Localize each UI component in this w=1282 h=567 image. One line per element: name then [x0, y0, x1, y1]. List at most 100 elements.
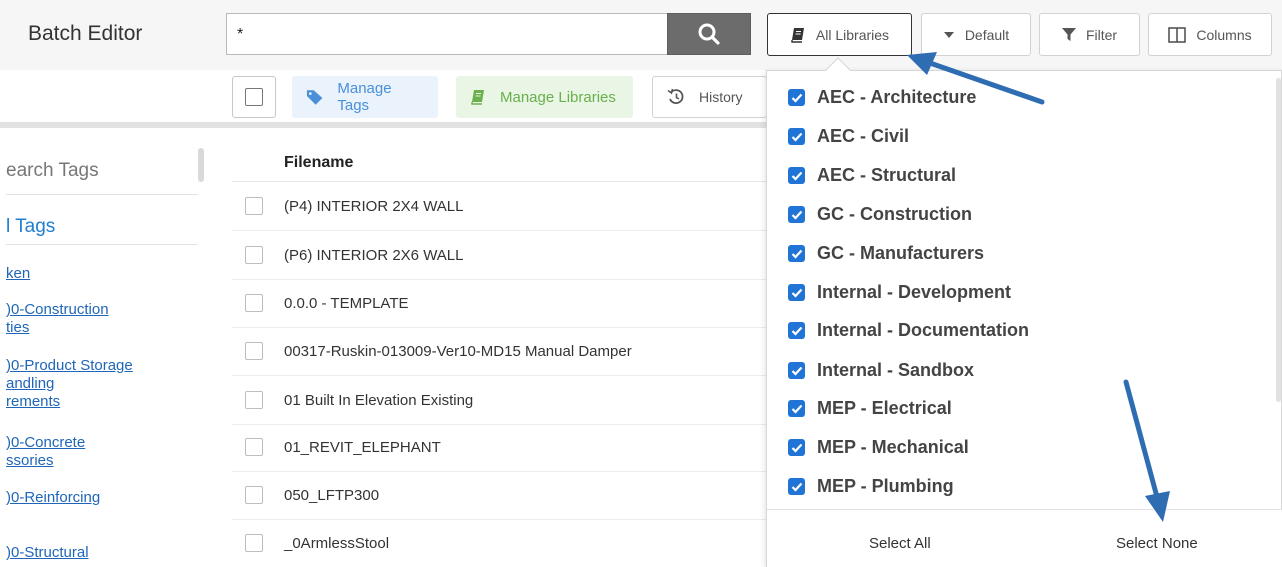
filename-cell: 050_LFTP300 — [284, 486, 380, 504]
library-option[interactable]: Internal - Sandbox — [788, 360, 974, 381]
checkbox-checked[interactable] — [788, 128, 805, 145]
library-option-label: AEC - Structural — [817, 165, 957, 185]
check-icon — [791, 482, 802, 492]
manage-libraries-label: Manage Libraries — [500, 88, 616, 106]
library-option[interactable]: Internal - Development — [788, 282, 1011, 303]
library-option-label: Internal - Sandbox — [817, 360, 975, 380]
library-option-label: Internal - Development — [817, 282, 1012, 302]
manage-tags-label: Manage Tags — [337, 80, 392, 114]
sidebar-divider — [6, 244, 198, 245]
row-checkbox[interactable] — [245, 438, 263, 456]
checkbox-checked[interactable] — [788, 478, 805, 495]
library-option-label: MEP - Plumbing — [817, 476, 954, 496]
checkbox-checked[interactable] — [788, 362, 805, 379]
table-row[interactable]: 01 Built In Elevation Existing — [232, 376, 767, 425]
caret-down-icon — [943, 31, 954, 38]
check-icon — [791, 288, 802, 298]
manage-tags-button[interactable]: Manage Tags — [292, 76, 438, 118]
library-option[interactable]: AEC - Structural — [788, 165, 956, 186]
checkbox-checked[interactable] — [788, 167, 805, 184]
table-row[interactable]: 0.0.0 - TEMPLATE — [232, 279, 767, 328]
library-option[interactable]: AEC - Architecture — [788, 87, 976, 108]
check-icon — [791, 443, 802, 453]
filter-label: Filter — [1085, 26, 1118, 43]
filename-cell: (P4) INTERIOR 2X4 WALL — [284, 197, 464, 215]
row-checkbox[interactable] — [245, 294, 263, 312]
search-icon — [698, 23, 720, 45]
library-option[interactable]: MEP - Mechanical — [788, 437, 969, 458]
row-checkbox[interactable] — [245, 486, 263, 504]
sidebar-divider — [6, 194, 198, 195]
tag-link[interactable]: )0-Concrete ssories — [6, 434, 85, 470]
tag-icon — [306, 90, 323, 105]
row-checkbox[interactable] — [245, 534, 263, 552]
dropdown-footer — [767, 509, 1282, 567]
table-row[interactable]: _0ArmlessStool — [232, 519, 767, 567]
tag-link[interactable]: )0-Structural — [6, 544, 89, 562]
default-view-label: Default — [964, 26, 1010, 43]
checkbox-checked[interactable] — [788, 439, 805, 456]
check-icon — [791, 93, 802, 103]
library-option[interactable]: GC - Manufacturers — [788, 243, 984, 264]
filename-cell: 01_REVIT_ELEPHANT — [284, 438, 441, 456]
check-icon — [791, 132, 802, 142]
tag-link[interactable]: )0-Reinforcing — [6, 489, 100, 507]
select-all-button[interactable]: Select All — [869, 535, 931, 552]
book-icon — [791, 27, 804, 43]
library-option-label: AEC - Architecture — [817, 87, 977, 107]
row-checkbox[interactable] — [245, 391, 263, 409]
history-icon — [667, 88, 684, 104]
row-checkbox[interactable] — [245, 197, 263, 215]
library-option[interactable]: GC - Construction — [788, 204, 972, 225]
filename-cell: 01 Built In Elevation Existing — [284, 391, 474, 409]
tag-search-input[interactable]: earch Tags — [6, 160, 99, 182]
check-icon — [791, 171, 802, 181]
filename-column-header[interactable]: Filename — [232, 148, 767, 182]
row-checkbox[interactable] — [245, 342, 263, 360]
library-option[interactable]: MEP - Electrical — [788, 398, 952, 419]
library-option[interactable]: Internal - Documentation — [788, 320, 1029, 341]
tag-link[interactable]: )0-Construction ties — [6, 301, 109, 337]
tag-link[interactable]: ken — [6, 265, 30, 283]
check-icon — [791, 210, 802, 220]
select-none-button[interactable]: Select None — [1116, 535, 1198, 552]
dropdown-scrollbar[interactable] — [1276, 78, 1281, 402]
table-row[interactable]: (P6) INTERIOR 2X6 WALL — [232, 231, 767, 280]
library-option-label: GC - Manufacturers — [817, 243, 985, 263]
manage-libraries-button[interactable]: Manage Libraries — [456, 76, 633, 118]
checkbox-checked[interactable] — [788, 322, 805, 339]
table-row[interactable]: 00317-Ruskin-013009-Ver10-MD15 Manual Da… — [232, 327, 767, 376]
table-row[interactable]: 01_REVIT_ELEPHANT — [232, 423, 767, 472]
check-icon — [791, 404, 802, 414]
check-icon — [791, 366, 802, 376]
filter-button[interactable]: Filter — [1039, 13, 1140, 56]
library-option-label: Internal - Documentation — [817, 320, 1030, 340]
search-input[interactable]: * — [226, 13, 668, 55]
default-view-button[interactable]: Default — [921, 13, 1031, 56]
checkbox-checked[interactable] — [788, 206, 805, 223]
library-option[interactable]: AEC - Civil — [788, 126, 909, 147]
row-checkbox[interactable] — [245, 246, 263, 264]
check-icon — [791, 326, 802, 336]
checkbox-checked[interactable] — [788, 245, 805, 262]
all-libraries-button[interactable]: All Libraries — [767, 13, 912, 56]
library-option[interactable]: MEP - Plumbing — [788, 476, 954, 497]
table-row[interactable]: 050_LFTP300 — [232, 471, 767, 520]
checkbox-checked[interactable] — [788, 400, 805, 417]
select-all-checkbox[interactable] — [232, 76, 276, 118]
sidebar-scrollbar[interactable] — [198, 148, 204, 182]
library-option-label: MEP - Electrical — [817, 398, 952, 418]
all-tags-link[interactable]: l Tags — [6, 216, 55, 238]
table-row[interactable]: (P4) INTERIOR 2X4 WALL — [232, 182, 767, 231]
tag-link[interactable]: )0-Product Storage andling rements — [6, 357, 133, 411]
history-button[interactable]: History — [652, 76, 767, 118]
filename-cell: _0ArmlessStool — [284, 534, 390, 552]
checkbox-checked[interactable] — [788, 284, 805, 301]
columns-button[interactable]: Columns — [1148, 13, 1272, 56]
check-icon — [791, 249, 802, 259]
columns-icon — [1168, 26, 1187, 43]
checkbox-square — [245, 88, 263, 106]
checkbox-checked[interactable] — [788, 89, 805, 106]
search-button[interactable] — [667, 13, 751, 55]
filename-cell: 00317-Ruskin-013009-Ver10-MD15 Manual Da… — [284, 342, 632, 360]
